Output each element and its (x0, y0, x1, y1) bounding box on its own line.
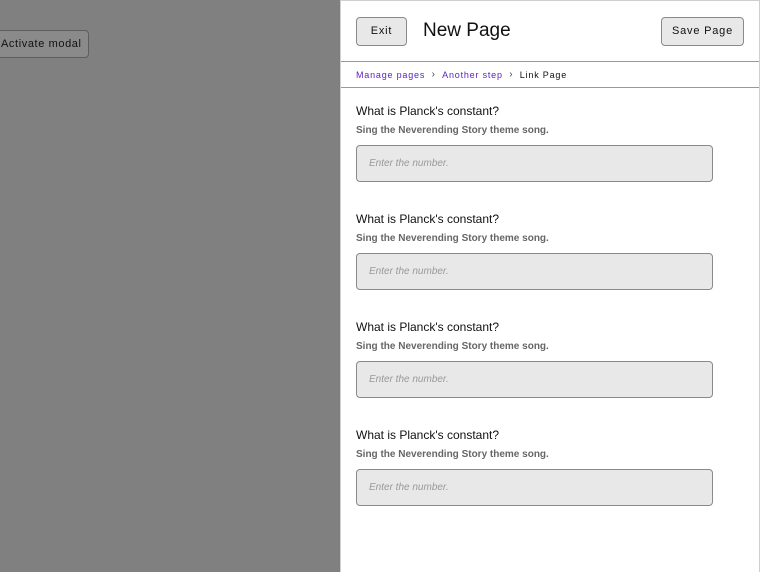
question-title: What is Planck's constant? (356, 428, 500, 442)
number-input[interactable] (356, 145, 713, 182)
question-description: Sing the Neverending Story theme song. (356, 125, 549, 136)
side-panel: Exit New Page Save Page Manage pages › A… (340, 0, 760, 572)
question-block: What is Planck's constant? Sing the Neve… (356, 212, 714, 290)
breadcrumb: Manage pages › Another step › Link Page (341, 62, 759, 88)
question-title: What is Planck's constant? (356, 320, 500, 334)
page-title: New Page (423, 20, 511, 41)
chevron-right-icon: › (509, 69, 514, 80)
question-title: What is Planck's constant? (356, 212, 500, 226)
breadcrumb-current-page: Link Page (519, 69, 568, 80)
chevron-right-icon: › (431, 69, 436, 80)
question-block: What is Planck's constant? Sing the Neve… (356, 320, 714, 398)
save-page-button[interactable]: Save Page (661, 17, 744, 46)
question-description: Sing the Neverending Story theme song. (356, 449, 549, 460)
question-title: What is Planck's constant? (356, 104, 500, 118)
breadcrumb-manage-pages[interactable]: Manage pages (356, 70, 425, 80)
question-block: What is Planck's constant? Sing the Neve… (356, 104, 714, 182)
number-input[interactable] (356, 253, 713, 290)
question-description: Sing the Neverending Story theme song. (356, 233, 549, 244)
number-input[interactable] (356, 469, 713, 506)
activate-modal-button[interactable]: Activate modal (0, 30, 89, 58)
question-description: Sing the Neverending Story theme song. (356, 341, 549, 352)
panel-header: Exit New Page Save Page (341, 1, 759, 62)
question-block: What is Planck's constant? Sing the Neve… (356, 428, 714, 506)
breadcrumb-another-step[interactable]: Another step (442, 70, 503, 80)
number-input[interactable] (356, 361, 713, 398)
exit-button[interactable]: Exit (356, 17, 407, 46)
